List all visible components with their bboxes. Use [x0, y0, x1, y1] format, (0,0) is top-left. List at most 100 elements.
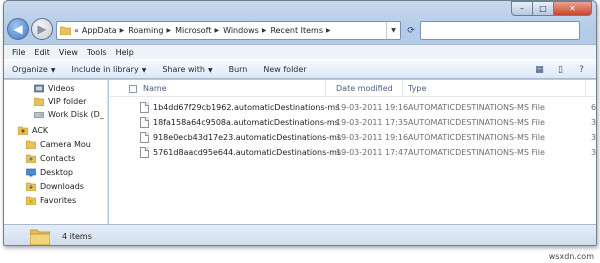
- include-in-library-button[interactable]: Include in library ▼: [71, 65, 146, 74]
- nav-item-favorites[interactable]: Favorites: [4, 194, 107, 206]
- file-type: AUTOMATICDESTINATIONS-MS File: [408, 147, 545, 157]
- select-all-checkbox[interactable]: [129, 84, 137, 93]
- nav-item-work-disk[interactable]: Work Disk (D_: [4, 108, 107, 120]
- column-header-type[interactable]: Type: [403, 80, 586, 97]
- address-bar[interactable]: « AppData ▶ Roaming ▶ Microsoft ▶ Window…: [56, 21, 401, 40]
- refresh-button[interactable]: ⟳: [404, 21, 418, 40]
- burn-button[interactable]: Burn: [229, 65, 248, 74]
- share-with-button[interactable]: Share with ▼: [162, 65, 212, 74]
- nav-item-label: VIP folder: [48, 96, 87, 106]
- chevron-down-icon: ▼: [391, 27, 396, 34]
- drive-icon: [34, 111, 44, 118]
- nav-item-label: Videos: [48, 83, 75, 93]
- table-row[interactable]: 918e0ecb43d17e23.automaticDestinations-m…: [109, 130, 596, 144]
- nav-item-videos[interactable]: Videos: [4, 82, 107, 94]
- desktop-icon: [26, 168, 36, 176]
- command-bar: Organize ▼ Include in library ▼ Share with…: [4, 59, 596, 79]
- folder-icon: [34, 97, 44, 106]
- chevron-right-icon[interactable]: ▶: [120, 27, 125, 34]
- video-library-icon: [34, 84, 44, 92]
- nav-item-label: Work Disk (D_: [48, 109, 104, 119]
- breadcrumb-roaming[interactable]: Roaming: [128, 26, 163, 35]
- file-name: 918e0ecb43d17e23.automaticDestinations-m…: [153, 132, 342, 142]
- file-size: 3: [591, 147, 597, 157]
- user-folder-icon: [18, 126, 28, 135]
- close-button[interactable]: ✕: [554, 1, 592, 16]
- file-date: 19-03-2011 17:35: [336, 117, 409, 127]
- contacts-icon: [26, 154, 36, 163]
- nav-item-ack[interactable]: ACK: [4, 124, 107, 136]
- view-controls: ▦ ▯ ?: [533, 63, 588, 76]
- nav-item-vip-folder[interactable]: VIP folder: [4, 95, 107, 107]
- breadcrumb-recent-items[interactable]: Recent Items: [270, 26, 323, 35]
- menu-help[interactable]: Help: [116, 48, 134, 57]
- column-header-name-label: Name: [143, 84, 167, 93]
- forward-button[interactable]: ▶: [31, 18, 53, 40]
- address-overflow[interactable]: «: [74, 26, 79, 35]
- file-type: AUTOMATICDESTINATIONS-MS File: [408, 102, 545, 112]
- nav-item-label: ACK: [32, 125, 49, 135]
- title-bar: ◀ ▶ « AppData ▶ Roaming ▶ Microsoft ▶ Wi…: [4, 1, 596, 43]
- downloads-icon: [26, 182, 36, 191]
- nav-item-label: Contacts: [40, 153, 76, 163]
- explorer-window: ◀ ▶ « AppData ▶ Roaming ▶ Microsoft ▶ Wi…: [3, 0, 597, 246]
- table-row[interactable]: 1b4dd67f29cb1962.automaticDestinations-m…: [109, 100, 596, 114]
- share-with-label: Share with: [162, 64, 205, 74]
- favorites-folder-icon: [26, 196, 36, 205]
- breadcrumb-windows[interactable]: Windows: [223, 26, 259, 35]
- chevron-right-icon[interactable]: ▶: [214, 27, 219, 34]
- item-count: 4 items: [62, 231, 92, 241]
- nav-item-downloads[interactable]: Downloads: [4, 180, 107, 192]
- chevron-right-icon[interactable]: ▶: [326, 27, 331, 34]
- folder-icon: [26, 140, 36, 149]
- arrow-right-icon: ▶: [37, 22, 47, 36]
- search-input[interactable]: [420, 21, 580, 40]
- column-header-name[interactable]: Name: [109, 80, 326, 97]
- chevron-down-icon: ▼: [50, 66, 56, 74]
- column-header-date-modified[interactable]: Date modified: [331, 80, 403, 97]
- maximize-button[interactable]: □: [533, 1, 554, 16]
- refresh-icon: ⟳: [407, 25, 415, 36]
- menu-tools[interactable]: Tools: [87, 48, 107, 57]
- preview-pane-icon[interactable]: ▯: [554, 63, 567, 76]
- file-name: 5761d8aacd95e644.automaticDestinations-m…: [153, 147, 342, 157]
- watermark: wsxdn.com: [548, 252, 594, 261]
- change-view-icon[interactable]: ▦: [533, 63, 546, 76]
- chevron-right-icon[interactable]: ▶: [262, 27, 267, 34]
- file-icon: [140, 146, 149, 158]
- back-button[interactable]: ◀: [7, 18, 29, 40]
- breadcrumb-appdata[interactable]: AppData: [82, 26, 117, 35]
- menu-view[interactable]: View: [59, 48, 78, 57]
- breadcrumb-microsoft[interactable]: Microsoft: [175, 26, 211, 35]
- arrow-left-icon: ◀: [13, 22, 23, 36]
- column-headers: Name Date modified Type: [109, 80, 596, 97]
- organize-button[interactable]: Organize ▼: [12, 65, 55, 74]
- folder-icon: [60, 26, 71, 35]
- menu-bar: File Edit View Tools Help: [4, 44, 596, 59]
- nav-item-label: Favorites: [40, 195, 77, 205]
- nav-item-camera-mou[interactable]: Camera Mou: [4, 138, 107, 150]
- file-type: AUTOMATICDESTINATIONS-MS File: [408, 117, 545, 127]
- new-folder-button[interactable]: New folder: [263, 65, 306, 74]
- help-icon[interactable]: ?: [575, 63, 588, 76]
- chevron-down-icon: ▼: [207, 66, 213, 74]
- table-row[interactable]: 5761d8aacd95e644.automaticDestinations-m…: [109, 145, 597, 159]
- menu-file[interactable]: File: [12, 48, 25, 57]
- details-pane: 4 items: [4, 224, 596, 245]
- chevron-right-icon[interactable]: ▶: [166, 27, 171, 34]
- file-date: 19-03-2011 19:16: [336, 132, 409, 142]
- address-dropdown-button[interactable]: ▼: [386, 22, 400, 39]
- nav-item-desktop[interactable]: Desktop: [4, 166, 107, 178]
- column-header-size[interactable]: [586, 80, 596, 97]
- menu-edit[interactable]: Edit: [34, 48, 50, 57]
- file-date: 19-03-2011 19:16: [336, 102, 409, 112]
- nav-item-contacts[interactable]: Contacts: [4, 152, 107, 164]
- file-icon: [140, 131, 149, 143]
- window-controls: – □ ✕: [511, 1, 592, 16]
- file-name: 1b4dd67f29cb1962.automaticDestinations-m…: [153, 102, 340, 112]
- folder-icon: [30, 229, 50, 245]
- table-row[interactable]: 18fa158a64c9508a.automaticDestinations-m…: [109, 115, 596, 129]
- minimize-button[interactable]: –: [511, 1, 533, 16]
- file-date: 19-03-2011 17:47: [336, 147, 409, 157]
- navigation-pane: Videos VIP folder Work Disk (D_ ACK Came…: [4, 80, 108, 224]
